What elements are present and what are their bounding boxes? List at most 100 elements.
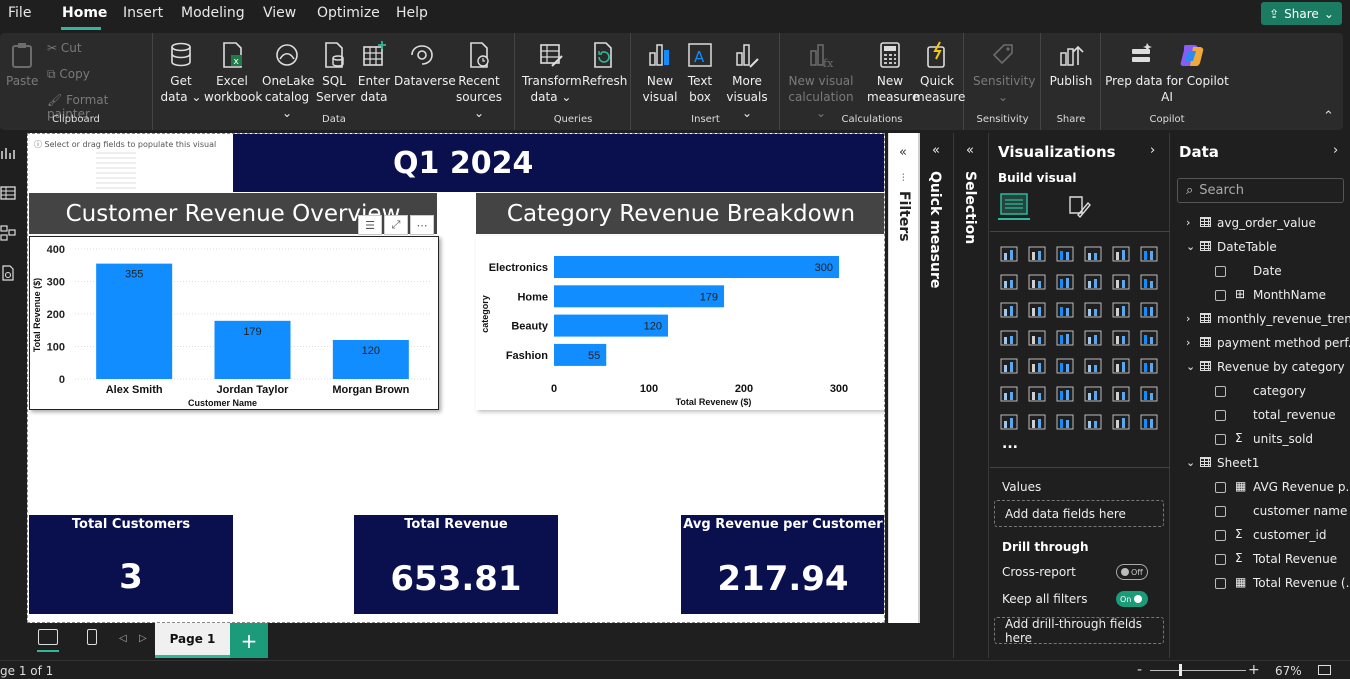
- field-node[interactable]: Date: [1171, 263, 1350, 281]
- 100-bar-icon[interactable]: [1111, 245, 1131, 263]
- filter-icon[interactable]: ☰: [358, 215, 382, 235]
- drill-through-drop-zone[interactable]: Add drill-through fields here: [994, 617, 1164, 645]
- field-checkbox[interactable]: [1215, 506, 1226, 517]
- table-node[interactable]: ⌄ DateTable: [1171, 239, 1350, 257]
- transform-data-button[interactable]: Transform data ⌄: [522, 41, 582, 105]
- zoom-slider-track[interactable]: [1150, 670, 1246, 671]
- clustered-bar-icon[interactable]: [1055, 245, 1075, 263]
- total-revenue-card[interactable]: Total Revenue 653.81: [354, 515, 558, 614]
- menu-view[interactable]: View: [263, 5, 296, 21]
- smart-narrative-icon[interactable]: [1111, 385, 1131, 403]
- field-checkbox[interactable]: [1215, 482, 1226, 493]
- slicer-icon[interactable]: [1055, 357, 1075, 375]
- paste-button[interactable]: Paste: [6, 41, 38, 89]
- table-node[interactable]: ⌄ Revenue by category: [1171, 359, 1350, 377]
- power-apps-diamond-icon[interactable]: [1111, 413, 1131, 431]
- table-icon[interactable]: [1083, 357, 1103, 375]
- copy-button[interactable]: ⧉ Copy: [47, 67, 90, 82]
- dataverse-button[interactable]: Dataverse: [394, 41, 456, 89]
- category-revenue-chart-card[interactable]: 300 Electronics 179 Home 120 Beauty 55 Fashion 0…: [476, 236, 884, 410]
- power-apps-icon[interactable]: [1027, 413, 1047, 431]
- expand-filters-icon[interactable]: «: [899, 145, 907, 160]
- menu-file[interactable]: File: [8, 5, 31, 21]
- pie-icon[interactable]: [1111, 301, 1131, 319]
- waterfall-icon[interactable]: [1139, 273, 1159, 291]
- menu-home[interactable]: Home: [62, 5, 107, 21]
- field-checkbox[interactable]: [1215, 434, 1226, 445]
- key-influencers-icon[interactable]: [1027, 385, 1047, 403]
- recent-sources-button[interactable]: Recent sources ⌄: [452, 41, 506, 121]
- table-node[interactable]: › payment method perf...: [1171, 335, 1350, 353]
- menu-modeling[interactable]: Modeling: [181, 5, 245, 21]
- collapse-ribbon-icon[interactable]: ⌃: [1323, 109, 1334, 124]
- report-view-icon[interactable]: [0, 145, 16, 161]
- field-node[interactable]: customer name: [1171, 503, 1350, 521]
- field-node[interactable]: ▦ Total Revenue (...: [1171, 575, 1350, 593]
- stacked-column-icon[interactable]: [1027, 245, 1047, 263]
- field-checkbox[interactable]: [1215, 290, 1226, 301]
- chevron-down-icon[interactable]: ⌄: [1186, 456, 1195, 469]
- line-chart-icon[interactable]: [999, 273, 1019, 291]
- power-automate-chevron-icon[interactable]: [1139, 413, 1159, 431]
- onelake-catalog-button[interactable]: OneLake catalog ⌄: [262, 41, 314, 121]
- field-checkbox[interactable]: [1215, 578, 1226, 589]
- data-search-box[interactable]: ⌕ Search: [1177, 178, 1344, 203]
- values-drop-zone[interactable]: Add data fields here: [994, 500, 1164, 527]
- table-view-icon[interactable]: [0, 185, 16, 201]
- publish-button[interactable]: Publish: [1048, 41, 1094, 89]
- r-visual-icon[interactable]: [1139, 357, 1159, 375]
- ribbon-chart-icon[interactable]: [1083, 273, 1103, 291]
- card-icon[interactable]: [1139, 329, 1159, 347]
- report-canvas[interactable]: ⓘ Select or drag fields to populate this…: [27, 133, 885, 623]
- search-input[interactable]: Search: [1199, 183, 1244, 198]
- treemap-icon[interactable]: [999, 329, 1019, 347]
- new-visual-button[interactable]: New visual: [640, 41, 680, 105]
- customer-revenue-chart-card[interactable]: 0 100 200 300 400 355 Alex Smith 179 Jordan Tayl…: [29, 236, 439, 410]
- filters-pane[interactable]: « ⫶ Filters: [888, 133, 918, 623]
- python-visual-icon[interactable]: [999, 385, 1019, 403]
- total-customers-card[interactable]: Total Customers 3: [29, 515, 233, 614]
- 100-column-icon[interactable]: [1139, 245, 1159, 263]
- zoom-slider-thumb[interactable]: [1179, 664, 1182, 676]
- field-checkbox[interactable]: [1215, 266, 1226, 277]
- empty-visual-placeholder[interactable]: ⓘ Select or drag fields to populate this…: [28, 134, 233, 194]
- zoom-in-button[interactable]: +: [1248, 662, 1260, 678]
- map-icon[interactable]: [1027, 329, 1047, 347]
- desktop-layout-icon[interactable]: [38, 629, 58, 645]
- selection-pane[interactable]: « Selection: [955, 133, 989, 658]
- quick-measure-pane[interactable]: « Quick measure: [921, 133, 954, 658]
- new-visual-calculation-button[interactable]: fx New visual calculation ⌄: [787, 41, 855, 121]
- scatter-icon[interactable]: [1083, 301, 1103, 319]
- multi-row-card-icon[interactable]: [999, 357, 1019, 375]
- field-node[interactable]: Σunits_sold: [1171, 431, 1350, 449]
- next-page-icon[interactable]: ▷: [139, 633, 147, 644]
- field-node[interactable]: Σcustomer_id: [1171, 527, 1350, 545]
- zoom-out-button[interactable]: -: [1137, 662, 1142, 678]
- field-node[interactable]: total_revenue: [1171, 407, 1350, 425]
- cross-report-toggle[interactable]: Off: [1116, 564, 1148, 580]
- quick-measure-button[interactable]: Quick measure: [913, 41, 965, 105]
- stacked-area-icon[interactable]: [1055, 273, 1075, 291]
- page-tab-1[interactable]: Page 1: [155, 623, 230, 658]
- more-options-icon[interactable]: ⋯: [410, 215, 434, 235]
- clustered-column-icon[interactable]: [1083, 245, 1103, 263]
- keep-all-filters-toggle[interactable]: On: [1116, 591, 1148, 607]
- combo-chart-icon[interactable]: [1027, 301, 1047, 319]
- chevron-right-icon[interactable]: ›: [1186, 312, 1190, 325]
- power-automate-icon[interactable]: [1055, 413, 1075, 431]
- menu-optimize[interactable]: Optimize: [317, 5, 380, 21]
- new-measure-button[interactable]: New measure: [867, 41, 919, 105]
- fit-to-page-icon[interactable]: [1318, 665, 1331, 675]
- line-column-icon[interactable]: [1111, 273, 1131, 291]
- more-visuals-ellipsis[interactable]: ...: [1002, 436, 1018, 452]
- focus-mode-icon[interactable]: ⤢: [384, 215, 408, 235]
- funnel-icon[interactable]: [1055, 301, 1075, 319]
- table-node[interactable]: › monthly_revenue_tren...: [1171, 311, 1350, 329]
- excel-workbook-button[interactable]: x Excel workbook: [204, 41, 262, 105]
- field-checkbox[interactable]: [1215, 530, 1226, 541]
- field-node[interactable]: ▦ AVG Revenue p...: [1171, 479, 1350, 497]
- expand-selection-icon[interactable]: «: [966, 143, 974, 158]
- sensitivity-button[interactable]: Sensitivity ⌄: [973, 41, 1035, 105]
- filled-map-icon[interactable]: [1055, 329, 1075, 347]
- goals-icon[interactable]: [1139, 385, 1159, 403]
